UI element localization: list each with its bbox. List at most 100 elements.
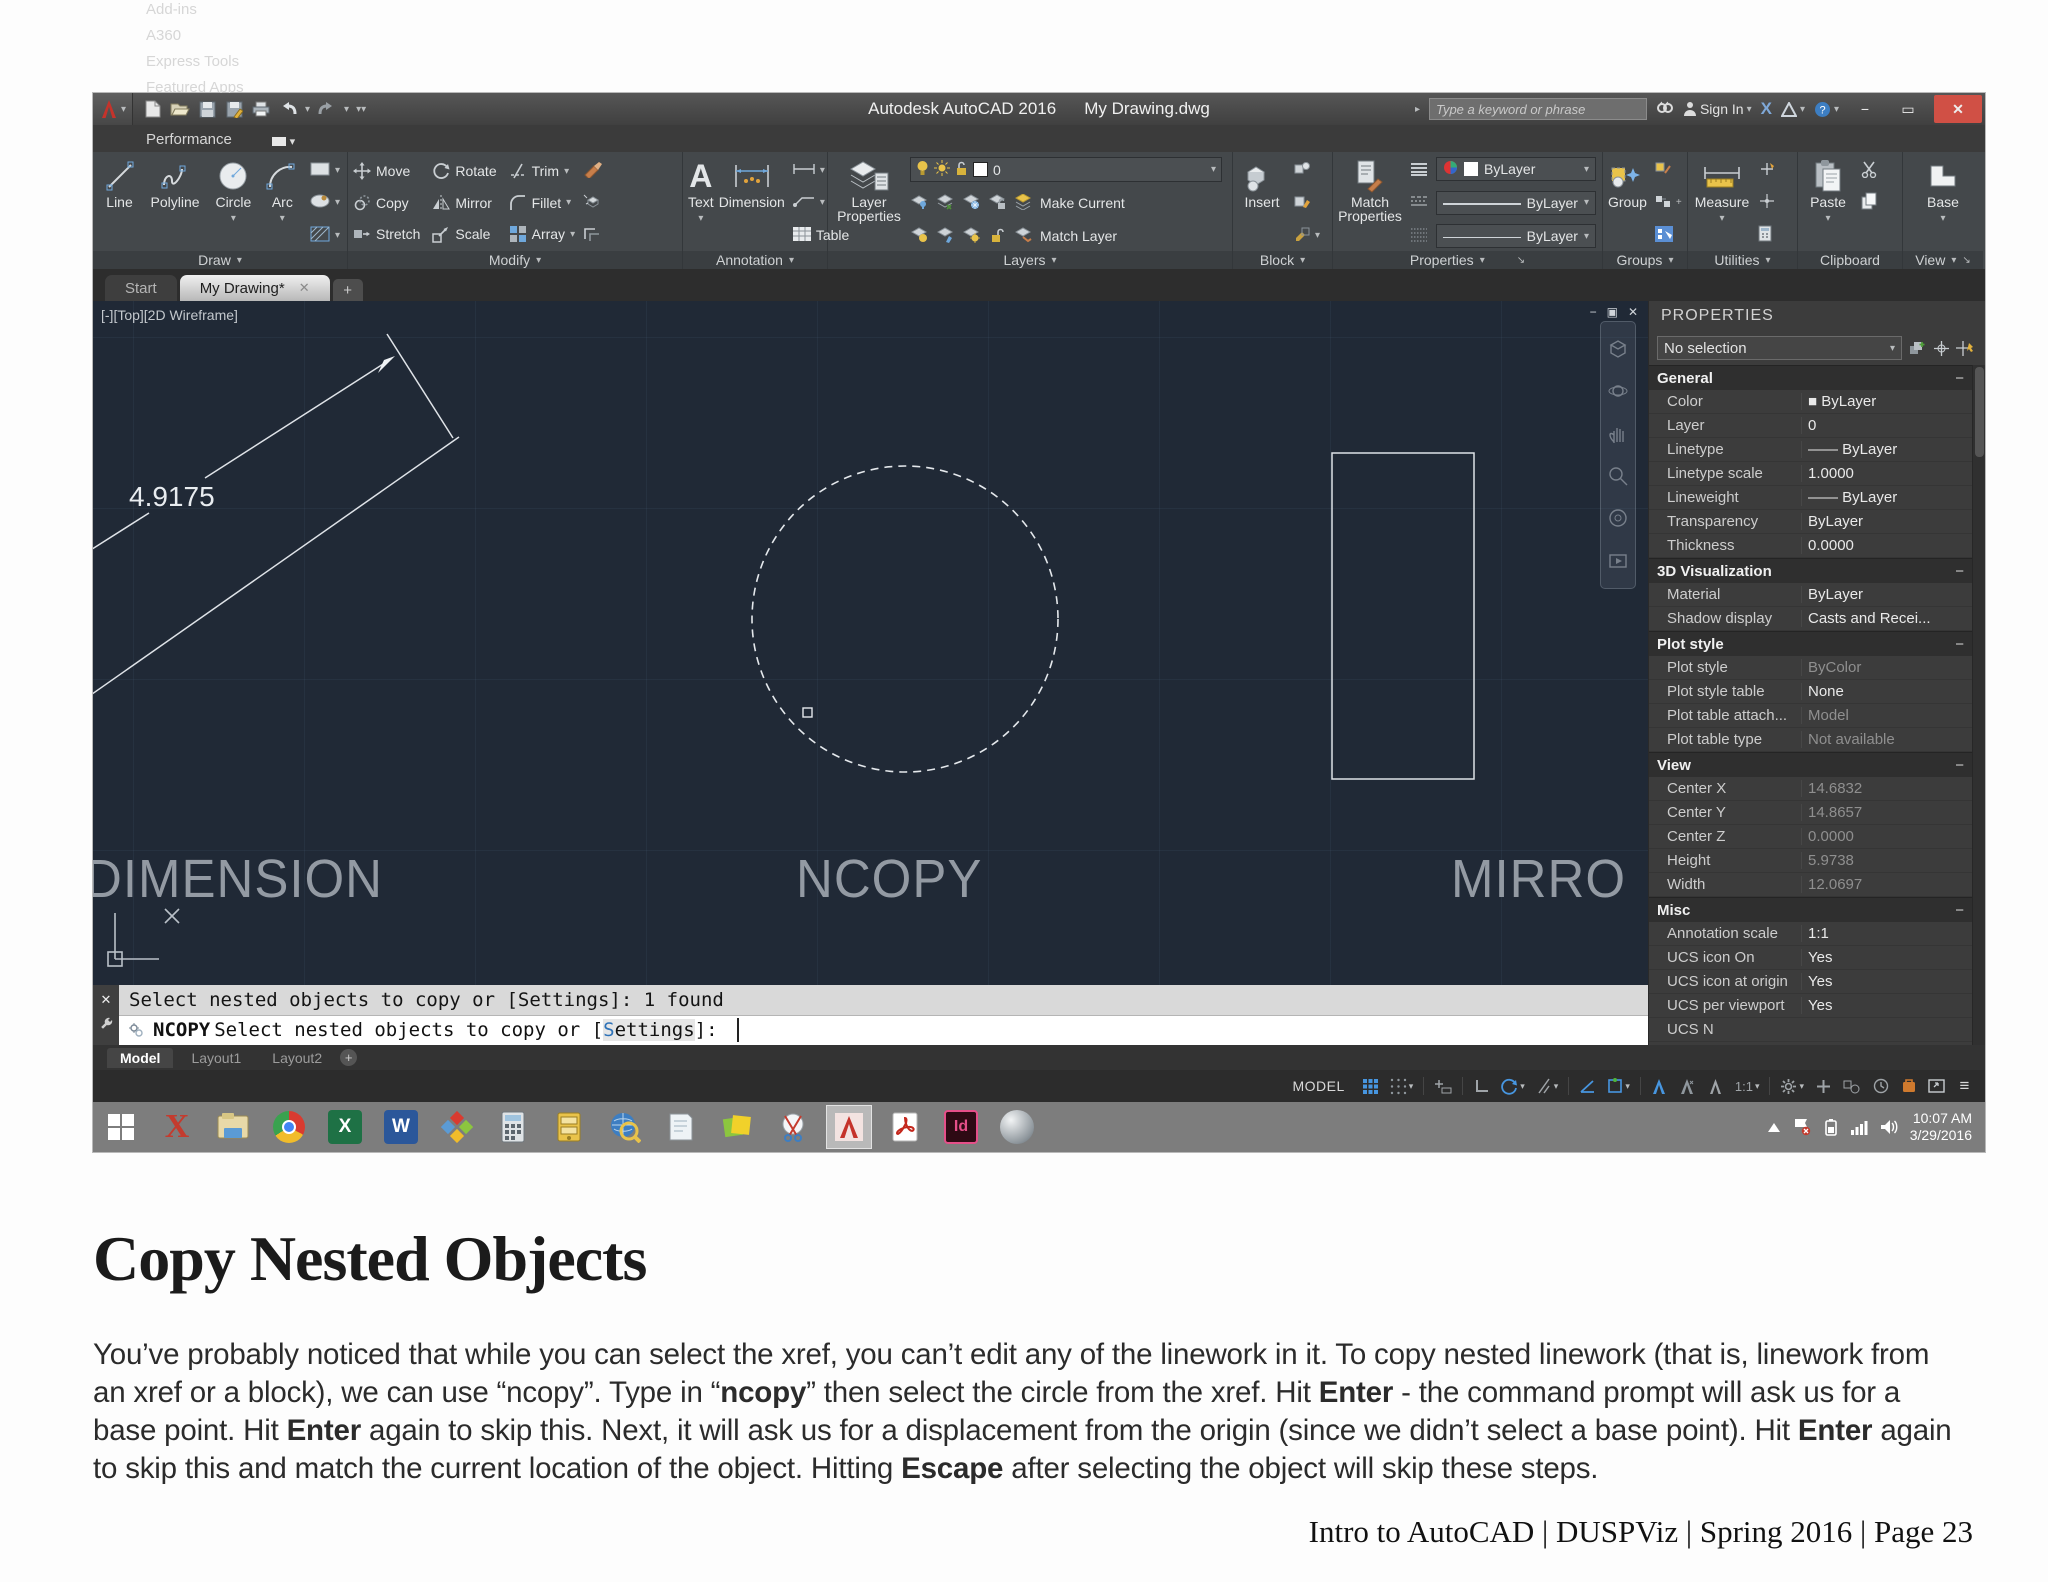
group-button[interactable]: Group [1608,155,1647,250]
rectangle-tool-icon[interactable] [309,161,331,180]
property-row[interactable]: Height 5.9738 [1649,849,1972,873]
section-3d-visualization[interactable]: 3D Visualization − [1649,558,1972,583]
ellipse-dropdown-icon[interactable]: ▾ [335,197,340,208]
app-sticky-notes-icon[interactable] [714,1105,760,1149]
tab-performance[interactable]: Performance [133,126,257,152]
close-command-icon[interactable]: ✕ [101,992,112,1008]
hatch-tool-icon[interactable] [309,225,331,246]
layer-thaw-icon[interactable] [934,160,950,179]
explode-icon[interactable] [582,192,602,213]
tab-express-tools[interactable]: Express Tools [133,48,257,74]
annotation-panel-label[interactable]: Annotation ▾ [683,251,827,269]
table-icon[interactable] [792,226,812,245]
measure-dropdown-icon[interactable]: ▾ [1719,211,1724,226]
tray-network-icon[interactable] [1850,1119,1868,1135]
dynamic-input-icon[interactable] [1430,1074,1456,1099]
restore-button[interactable]: ▭ [1891,96,1925,122]
app-xming-icon[interactable]: X [154,1105,200,1149]
layer-off-icon[interactable] [910,226,928,246]
property-row[interactable]: Annotation scale 1:1 [1649,922,1972,946]
tab-a360[interactable]: A360 [133,22,257,48]
layer-lock-icon[interactable] [955,161,968,179]
tray-battery-icon[interactable] [1824,1118,1838,1136]
match-properties-button[interactable]: Match Properties [1338,155,1402,250]
property-row[interactable]: UCS icon at origin Yes [1649,970,1972,994]
selection-type-dropdown[interactable]: No selection ▾ [1657,336,1902,360]
drawing-canvas[interactable]: [-][Top][2D Wireframe] − ▣ ✕ 4.9175 DIME… [93,301,1648,985]
property-row[interactable]: Plot style table None [1649,680,1972,704]
customize-qat-icon[interactable]: ▾▾ [356,104,366,115]
annotation-visibility-icon[interactable] [1647,1074,1672,1099]
layer-unisolate-icon[interactable] [936,193,954,213]
point-icon[interactable] [1758,193,1776,212]
layer-properties-button[interactable]: Layer Properties [833,155,905,250]
app-snipping-tool-icon[interactable] [770,1105,816,1149]
block-dropdown-icon[interactable]: ▾ [1315,230,1320,241]
section-general[interactable]: General − [1649,365,1972,390]
linetype-dropdown[interactable]: ByLayer ▾ [1436,224,1596,248]
new-drawing-tab-button[interactable]: + [332,279,363,301]
ellipse-tool-icon[interactable] [309,193,331,212]
properties-panel-label[interactable]: Properties ▾ ↘ [1333,251,1602,269]
collapse-icon[interactable]: − [1955,563,1964,580]
select-objects-icon[interactable] [1933,340,1950,357]
layer-on-icon[interactable] [916,160,929,179]
move-button[interactable]: Move [353,157,420,185]
clipboard-panel-label[interactable]: Clipboard [1798,251,1902,269]
section-misc[interactable]: Misc − [1649,897,1972,922]
collapse-icon[interactable]: − [1955,370,1964,387]
app-arccatalog-icon[interactable] [546,1105,592,1149]
create-block-icon[interactable] [1293,161,1311,179]
layer-isolate-icon[interactable] [910,194,928,213]
property-row[interactable]: Thickness 0.0000 [1649,534,1972,558]
property-row[interactable]: Linetype —— ByLayer [1649,438,1972,462]
app-chrome-icon[interactable] [266,1105,312,1149]
close-button[interactable]: ✕ [1934,95,1982,123]
object-snap-tracking-icon[interactable] [1575,1074,1600,1099]
copy-clip-icon[interactable] [1860,192,1878,213]
snap-mode-icon[interactable]: ▾ [1386,1074,1418,1099]
customize-status-bar-icon[interactable]: ≡ [1952,1074,1977,1099]
group-edit-icon[interactable] [1654,194,1672,212]
file-tab-start[interactable]: Start [105,275,177,301]
property-row[interactable]: Plot table attach... Model [1649,704,1972,728]
annotation-scale-value[interactable]: 1:1 ▾ [1731,1074,1764,1099]
app-calculator-icon[interactable] [490,1105,536,1149]
property-row[interactable]: Layer 0 [1649,414,1972,438]
object-snap-icon[interactable]: ▾ [1603,1074,1634,1099]
arc-dropdown-icon[interactable]: ▾ [280,211,285,226]
taskbar-clock[interactable]: 10:07 AM 3/29/2016 [1910,1110,1972,1144]
isolate-objects-icon[interactable] [1839,1074,1865,1099]
property-row[interactable]: Shadow display Casts and Recei... [1649,607,1972,631]
linear-dimension-icon[interactable] [792,162,816,178]
text-dropdown-icon[interactable]: ▾ [698,211,703,226]
layer-dropdown-arrow-icon[interactable]: ▾ [1211,164,1216,175]
minimize-button[interactable]: − [1848,96,1882,122]
property-row[interactable]: Transparency ByLayer [1649,510,1972,534]
workspace-switching-icon[interactable]: ▾ [1776,1074,1808,1099]
lineweight-list-icon[interactable] [1409,161,1429,180]
arc-button[interactable]: Arc ▾ [263,155,302,250]
undo-icon[interactable] [278,99,298,119]
text-button[interactable]: A Text ▾ [688,155,714,250]
ortho-mode-icon[interactable] [1469,1074,1494,1099]
redo-icon[interactable] [317,99,337,119]
groups-panel-label[interactable]: Groups ▾ [1603,251,1687,269]
autoscale-icon[interactable] [1675,1074,1700,1099]
model-space-button[interactable]: MODEL [1288,1074,1348,1099]
close-tab-icon[interactable]: ✕ [299,280,310,296]
property-row[interactable]: Center Y 14.8657 [1649,801,1972,825]
app-file-explorer-icon[interactable] [210,1105,256,1149]
search-field[interactable] [1428,98,1647,120]
property-row[interactable]: Material ByLayer [1649,583,1972,607]
annotation-monitor-icon[interactable] [1811,1074,1836,1099]
paste-button[interactable]: Paste ▾ [1803,155,1853,250]
file-tab-my-drawing[interactable]: My Drawing* ✕ [179,275,330,301]
exchange-apps-icon[interactable]: X [1761,99,1772,119]
settings-option[interactable]: Settings [603,1019,695,1042]
section-plot-style[interactable]: Plot style − [1649,631,1972,656]
quick-calc-icon[interactable] [1758,225,1772,245]
offset-icon[interactable] [582,225,602,246]
annotation-scale-icon[interactable] [1703,1074,1728,1099]
save-as-icon[interactable] [224,99,244,119]
